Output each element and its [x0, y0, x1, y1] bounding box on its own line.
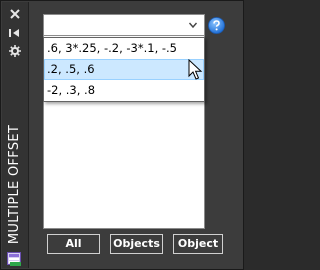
palette-title: MULTIPLE OFFSET [7, 124, 23, 245]
objects-button[interactable]: Objects [110, 234, 163, 254]
all-button[interactable]: All [47, 234, 100, 254]
help-icon[interactable] [208, 17, 225, 34]
offset-dropdown-list: .6, 3*.25, -.2, -3*.1, -.5 .2, .5, .6 -2… [43, 37, 205, 102]
palette-titlebar[interactable]: MULTIPLE OFFSET [2, 2, 29, 268]
close-icon[interactable] [8, 7, 22, 21]
object-button[interactable]: Object [173, 234, 223, 254]
chevron-down-icon[interactable] [188, 20, 198, 30]
offset-combo-box[interactable] [43, 14, 205, 36]
auto-hide-icon[interactable] [8, 26, 22, 40]
dropdown-option-highlighted[interactable]: .2, .5, .6 [44, 59, 204, 80]
multiple-offset-palette: MULTIPLE OFFSET .6, 3*.25, -.2, -3*.1, -… [0, 0, 244, 270]
dropdown-option[interactable]: .6, 3*.25, -.2, -3*.1, -.5 [44, 38, 204, 59]
dropdown-option[interactable]: -2, .3, .8 [44, 80, 204, 101]
palette-properties-icon[interactable] [7, 251, 22, 266]
properties-icon[interactable] [8, 44, 22, 58]
